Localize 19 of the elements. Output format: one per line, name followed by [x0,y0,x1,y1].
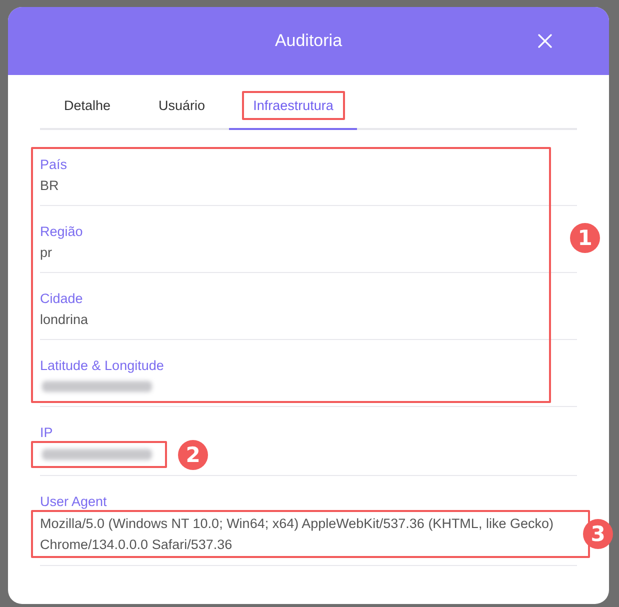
close-icon [538,34,552,48]
field-label: IP [40,424,54,442]
annotation-number: 2 [178,440,208,470]
tab[interactable]: Usuário [134,90,230,130]
field-label: User Agent [40,493,108,511]
field-value: Mozilla/5.0 (Windows NT 10.0; Win64; x64) AppleWebKit/537.36 (KHTML, like Gecko) Chrome/134.0.0.0 Safari/537.36 [40,515,554,554]
field-label: País [40,156,68,174]
modal-title: Auditoria [274,31,342,51]
tab[interactable]: Infraestrutura [229,90,358,130]
field-value: londrina [40,311,90,329]
annotation-number: 3 [583,519,613,549]
tab[interactable]: Detalhe [40,90,135,130]
close-button[interactable] [538,34,552,48]
field-label: Latitude & Longitude [40,357,165,375]
annotation-number: 1 [570,223,600,253]
field-value: pr [40,244,54,262]
field-label: Região [40,223,84,241]
field-label: Cidade [40,290,84,308]
field-value: BR [40,177,60,195]
